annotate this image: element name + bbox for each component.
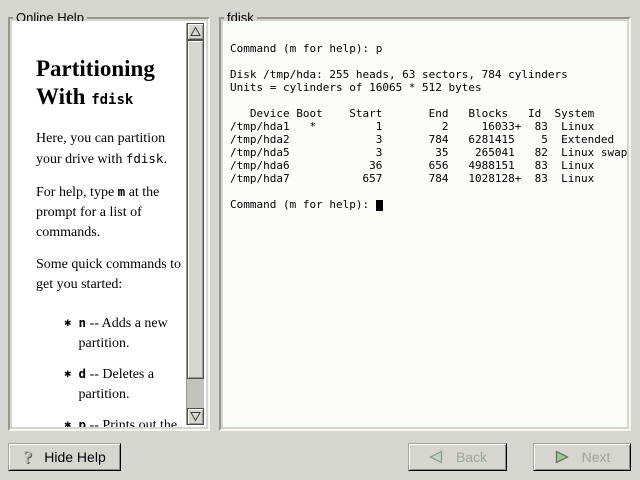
list-item: ✱ n -- Adds a new partition. xyxy=(64,313,186,354)
terminal-prompt-line: Command (m for help): xyxy=(230,198,627,211)
installer-window: Online Help Partitioning With fdisk Here… xyxy=(0,0,640,480)
terminal-table-row: /tmp/hda2 3 784 6281415 5 Extended xyxy=(230,133,627,146)
back-label: Back xyxy=(456,449,487,465)
list-item: ✱ d -- Deletes a partition. xyxy=(64,364,186,405)
terminal-table-row: /tmp/hda5 3 35 265041 82 Linux swap xyxy=(230,146,627,159)
next-label: Next xyxy=(582,449,611,465)
online-help-panel: Online Help Partitioning With fdisk Here… xyxy=(8,17,210,431)
terminal-prompt: Command (m for help): xyxy=(230,198,376,211)
bullet-description: -- Deletes a partition. xyxy=(79,367,155,402)
scrollbar-track[interactable] xyxy=(187,40,204,408)
terminal-line: Units = cylinders of 16065 * 512 bytes xyxy=(230,81,627,94)
terminal-line xyxy=(230,94,627,107)
help-viewport: Partitioning With fdisk Here, you can pa… xyxy=(12,21,206,427)
bullet-description: -- Prints out the partition table. xyxy=(79,418,178,427)
bullet-description: -- Adds a new partition. xyxy=(79,316,168,351)
scrollbar-thumb[interactable] xyxy=(187,40,204,379)
help-title: Partitioning With fdisk xyxy=(36,55,186,114)
scroll-down-icon xyxy=(189,410,202,423)
bullet-text: n -- Adds a new partition. xyxy=(79,313,186,354)
help-paragraph-help-text: For help, type xyxy=(36,185,118,200)
fdisk-panel: fdisk Command (m for help): p Disk /tmp/… xyxy=(219,17,631,431)
bullet-text: d -- Deletes a partition. xyxy=(79,364,186,405)
help-paragraph-help: For help, type m at the prompt for a lis… xyxy=(36,182,186,243)
n-key-term: n xyxy=(79,315,87,330)
next-button[interactable]: Next xyxy=(533,443,631,471)
fdisk-code-term: fdisk xyxy=(126,151,164,166)
terminal-table-row: /tmp/hda1 * 1 2 16033+ 83 Linux xyxy=(230,120,627,133)
terminal-table-header: Device Boot Start End Blocks Id System xyxy=(230,107,627,120)
bullet-icon: ✱ xyxy=(64,313,72,354)
bullet-icon: ✱ xyxy=(64,415,72,427)
help-content: Partitioning With fdisk Here, you can pa… xyxy=(12,21,186,427)
back-button[interactable]: Back xyxy=(408,443,507,471)
terminal-line xyxy=(230,185,627,198)
next-arrow-icon xyxy=(554,450,570,464)
help-bullet-list: ✱ n -- Adds a new partition. ✱ d -- Dele… xyxy=(64,313,186,427)
bullet-icon: ✱ xyxy=(64,364,72,405)
help-paragraph-intro: Here, you can partition your drive with … xyxy=(36,129,186,170)
help-paragraph-commands: Some quick commands to get you started: xyxy=(36,255,186,295)
d-key-term: d xyxy=(79,366,87,381)
back-arrow-icon xyxy=(428,450,444,464)
scroll-up-icon xyxy=(189,25,202,38)
fdisk-terminal[interactable]: Command (m for help): p Disk /tmp/hda: 2… xyxy=(223,21,627,427)
hide-help-label: Hide Help xyxy=(44,449,105,465)
help-paragraph-intro-end: . xyxy=(163,152,167,167)
terminal-line: Command (m for help): p xyxy=(230,42,627,55)
text-cursor xyxy=(376,200,383,211)
hide-help-button[interactable]: ? Hide Help xyxy=(8,443,121,471)
terminal-line: Disk /tmp/hda: 255 heads, 63 sectors, 78… xyxy=(230,68,627,81)
list-item: ✱ p -- Prints out the partition table. xyxy=(64,415,186,427)
bullet-text: p -- Prints out the partition table. xyxy=(79,415,186,427)
terminal-line xyxy=(230,55,627,68)
scroll-down-button[interactable] xyxy=(187,408,204,425)
scroll-up-button[interactable] xyxy=(187,23,204,40)
p-key-term: p xyxy=(79,417,87,427)
help-scrollbar[interactable] xyxy=(186,23,204,425)
terminal-table-row: /tmp/hda7 657 784 1028128+ 83 Linux xyxy=(230,172,627,185)
terminal-table-row: /tmp/hda6 36 656 4988151 83 Linux xyxy=(230,159,627,172)
help-question-icon: ? xyxy=(23,448,32,466)
help-title-code: fdisk xyxy=(91,92,133,108)
